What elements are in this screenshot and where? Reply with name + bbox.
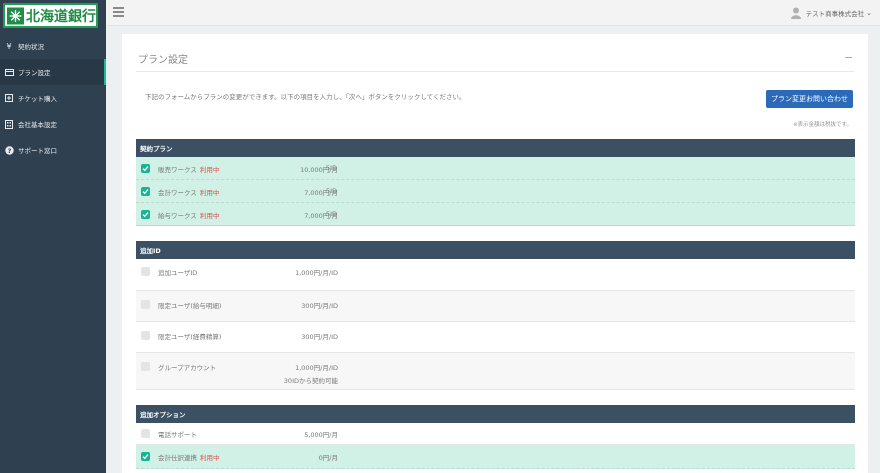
option-name: 限定ユーザ(経費精算) <box>158 333 222 341</box>
sidebar-item-label: 会社基本設定 <box>18 121 57 129</box>
checkbox-checked[interactable] <box>141 164 150 173</box>
sidebar-item-label: 契約状況 <box>18 43 44 51</box>
top-bar: テスト商事株式会社 ⌄ <box>106 0 880 26</box>
option-row[interactable]: 電話サポート 5,000円/月 <box>136 423 855 445</box>
checkbox-unchecked[interactable] <box>141 362 150 371</box>
plan-row[interactable]: 販売ワークス 利用中 10,000円/月 5ID <box>136 157 855 180</box>
status-badge: 利用中 <box>199 189 220 197</box>
yen-icon: ¥ <box>6 41 12 51</box>
option-name: 電話サポート <box>158 431 197 439</box>
option-price: 300円/月/ID <box>301 333 338 341</box>
plan-change-contact-button[interactable]: プラン変更お問い合わせ <box>766 90 853 108</box>
option-price: 0円/月 <box>318 454 338 462</box>
option-price: 300円/月/ID <box>301 302 338 310</box>
card-icon <box>4 68 14 76</box>
sidebar-item-contract[interactable]: ¥ 契約状況 <box>0 33 106 59</box>
checkbox-unchecked[interactable] <box>141 267 150 276</box>
option-name: 限定ユーザ(給与明細) <box>158 302 222 310</box>
option-row[interactable]: 追加ユーザID 1,000円/月/ID <box>136 259 855 291</box>
status-badge: 利用中 <box>200 454 220 462</box>
plan-row[interactable]: 給与ワークス 利用中 7,000円/月 5ID <box>136 203 855 226</box>
checkbox-checked[interactable] <box>141 210 150 219</box>
status-badge: 利用中 <box>199 212 220 220</box>
checkbox-checked[interactable] <box>141 187 150 196</box>
plan-id-count: 5ID <box>326 187 338 195</box>
plan-id-count: 5ID <box>326 164 338 172</box>
check-icon <box>142 454 149 460</box>
check-icon <box>142 189 149 195</box>
status-badge: 利用中 <box>199 166 220 174</box>
user-avatar-icon <box>790 7 801 19</box>
sidebar-item-company[interactable]: 会社基本設定 <box>0 111 106 137</box>
sidebar-item-support[interactable]: ? サポート窓口 <box>0 137 106 163</box>
section-additional-options: 追加オプション 電話サポート 5,000円/月 会計仕訳連携 利用中 0円/月 <box>136 405 855 469</box>
plan-name: 会計ワークス <box>158 189 197 197</box>
section-header: 追加ID <box>136 241 855 259</box>
option-row[interactable]: 会計仕訳連携 利用中 0円/月 <box>136 445 855 469</box>
checkbox-unchecked[interactable] <box>141 429 150 438</box>
option-name: 追加ユーザID <box>158 269 198 277</box>
check-icon <box>142 166 149 172</box>
logo-text: 北海道銀行 <box>26 8 96 25</box>
option-row[interactable]: 限定ユーザ(経費精算) 300円/月/ID <box>136 322 855 353</box>
menu-toggle-icon[interactable] <box>113 7 124 17</box>
instruction-text: 下記のフォームからプランの変更ができます。以下の項目を入力し、「次へ」ボタンをク… <box>145 93 466 101</box>
page-title: プラン設定 <box>138 55 188 66</box>
sidebar-item-plan-settings[interactable]: プラン設定 <box>0 59 106 85</box>
option-price: 1,000円/月/ID <box>295 364 338 372</box>
plan-id-count: 5ID <box>326 210 338 218</box>
option-row[interactable]: 限定ユーザ(給与明細) 300円/月/ID <box>136 291 855 322</box>
collapse-icon[interactable] <box>845 57 852 58</box>
bank-logo[interactable]: 北海道銀行 <box>3 3 98 28</box>
sidebar: 北海道銀行 ¥ 契約状況 プラン設定 チケット購入 会社基本設定 ? サポート窓… <box>0 0 106 473</box>
option-price: 5,000円/月 <box>304 431 338 439</box>
tax-note: ※表示金額は税抜です。 <box>792 122 852 128</box>
sidebar-item-ticket[interactable]: チケット購入 <box>0 85 106 111</box>
plus-square-icon <box>4 94 14 102</box>
sidebar-item-label: プラン設定 <box>18 69 51 77</box>
help-circle-icon: ? <box>4 145 14 155</box>
option-name: 会計仕訳連携 <box>158 454 197 462</box>
option-price: 1,000円/月/ID <box>295 269 338 277</box>
divider <box>136 71 854 72</box>
checkbox-unchecked[interactable] <box>141 300 150 309</box>
user-menu[interactable]: テスト商事株式会社 ⌄ <box>790 7 872 19</box>
svg-text:?: ? <box>7 147 11 155</box>
plan-settings-panel: プラン設定 下記のフォームからプランの変更ができます。以下の項目を入力し、「次へ… <box>122 34 868 473</box>
option-name: グループアカウント <box>158 364 217 372</box>
option-note: 30IDから契約可能 <box>283 377 338 385</box>
check-icon <box>142 212 149 218</box>
section-header: 追加オプション <box>136 405 855 423</box>
section-additional-id: 追加ID 追加ユーザID 1,000円/月/ID 限定ユーザ(給与明細) 300… <box>136 241 855 390</box>
chevron-down-icon: ⌄ <box>866 9 872 17</box>
plan-row[interactable]: 会計ワークス 利用中 7,000円/月 5ID <box>136 180 855 203</box>
user-name: テスト商事株式会社 <box>805 10 865 18</box>
logo-emblem-icon <box>7 7 24 24</box>
section-contract-plan: 契約プラン 販売ワークス 利用中 10,000円/月 5ID 会計ワークス 利用中 … <box>136 139 855 226</box>
checkbox-unchecked[interactable] <box>141 331 150 340</box>
sidebar-item-label: サポート窓口 <box>18 147 57 155</box>
sidebar-item-label: チケット購入 <box>18 95 57 103</box>
option-row[interactable]: グループアカウント 1,000円/月/ID 30IDから契約可能 <box>136 353 855 390</box>
plan-name: 販売ワークス <box>158 166 197 174</box>
section-header: 契約プラン <box>136 139 855 157</box>
plan-name: 給与ワークス <box>158 212 197 220</box>
checkbox-checked[interactable] <box>141 452 150 461</box>
sidebar-nav: ¥ 契約状況 プラン設定 チケット購入 会社基本設定 ? サポート窓口 <box>0 33 106 163</box>
building-icon <box>4 119 14 129</box>
